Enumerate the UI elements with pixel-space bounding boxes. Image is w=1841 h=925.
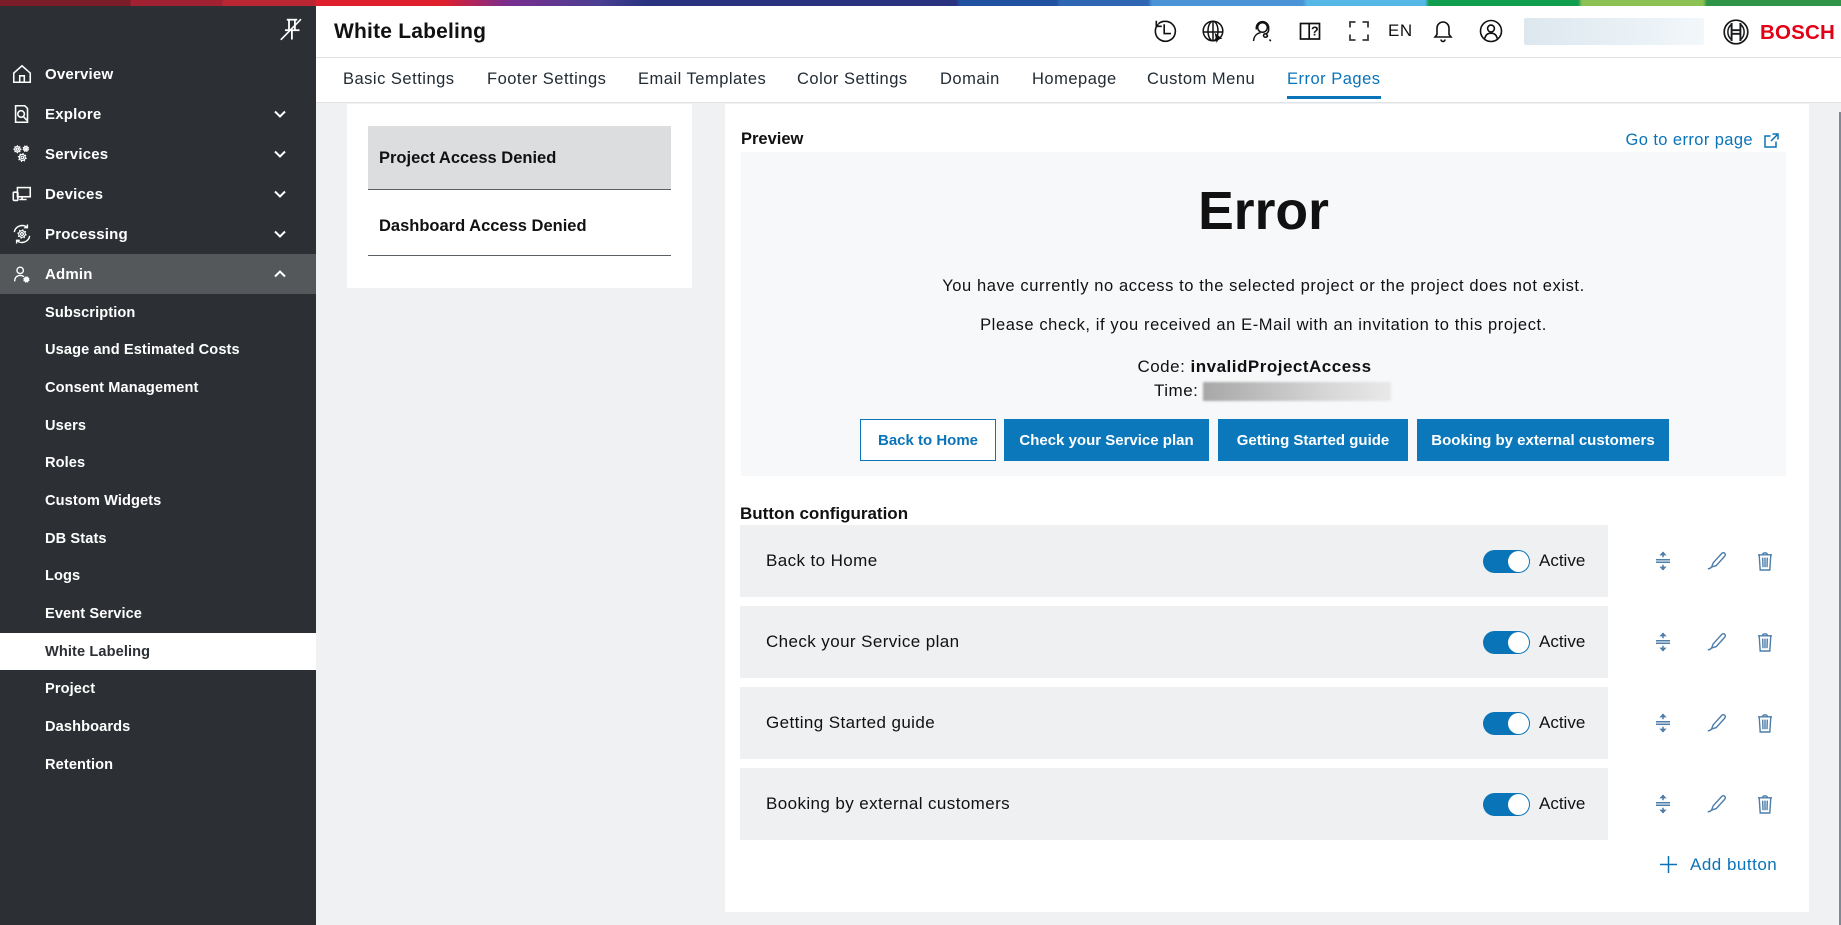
svg-text:?: ?: [1311, 25, 1319, 39]
